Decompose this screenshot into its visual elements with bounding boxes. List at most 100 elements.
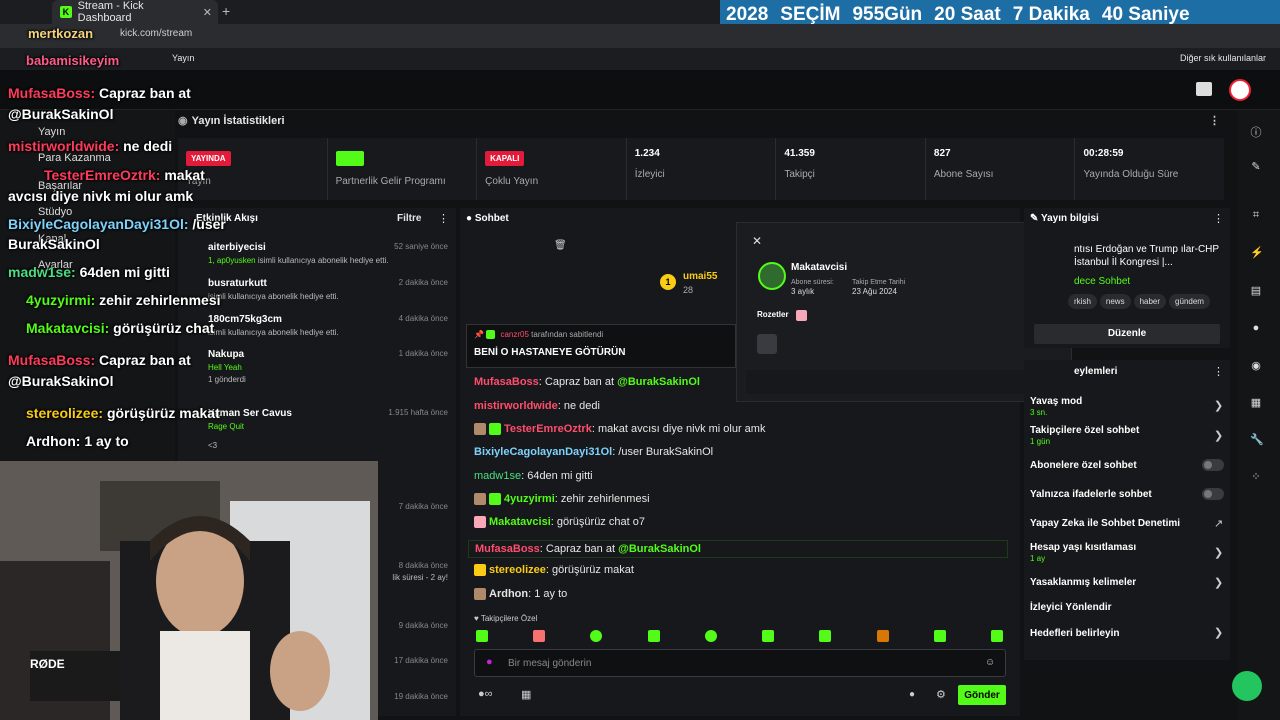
external-link-icon[interactable]: ↗ xyxy=(1214,517,1223,530)
layout-icon[interactable]: ▦ xyxy=(1250,396,1262,409)
gift-badge-icon xyxy=(489,493,501,506)
activity-text: isimli kullanıcıya abonelik hediye etti. xyxy=(257,256,389,265)
emote-icon[interactable] xyxy=(762,630,775,642)
emotes-chat-toggle[interactable] xyxy=(1202,488,1224,500)
ban-button[interactable] xyxy=(757,334,777,354)
filter-button[interactable]: Filtre xyxy=(397,213,421,224)
ai-moderation-item[interactable]: Yapay Zeka ile Sohbet Denetimi xyxy=(1030,518,1180,529)
chevron-right-icon[interactable]: ❯ xyxy=(1214,429,1223,442)
url-field[interactable]: kick.com/stream xyxy=(120,28,192,39)
mic-icon[interactable]: ● xyxy=(486,656,493,668)
usercard-input[interactable] xyxy=(746,370,1060,394)
broadcast-icon[interactable]: ◉ xyxy=(1250,359,1262,372)
support-button[interactable] xyxy=(1232,671,1262,701)
gear-icon[interactable]: ⚙ xyxy=(936,688,946,701)
sidebar-item-yayin[interactable]: Yayın xyxy=(38,126,65,138)
pinned-by-user[interactable]: canzr05 xyxy=(500,330,528,339)
age-restriction-value: 1 ay xyxy=(1030,554,1046,563)
banned-words-item[interactable]: Yasaklanmış kelimeler xyxy=(1030,577,1136,588)
emote-icon[interactable] xyxy=(990,630,1003,642)
redirect-viewers-item[interactable]: İzleyici Yönlendir xyxy=(1030,602,1112,613)
chat-mention[interactable]: @BurakSakinOl xyxy=(618,543,701,555)
close-tab-icon[interactable]: ✕ xyxy=(203,6,212,19)
kick-favicon-icon: K xyxy=(60,6,72,18)
apps-icon[interactable]: ⁘ xyxy=(1250,470,1262,483)
overlay-line: MufasaBoss: Capraz ban at xyxy=(8,85,191,101)
top-gifter-name[interactable]: umai55 xyxy=(683,271,717,282)
chat-mention[interactable]: @BurakSakinOl xyxy=(617,376,700,388)
chat-username[interactable]: mistirworldwide xyxy=(474,400,558,412)
new-tab-icon[interactable]: + xyxy=(222,3,230,19)
chat-icon[interactable]: ● xyxy=(1250,322,1262,334)
sub-badge-icon xyxy=(474,588,486,601)
chat-actions-title: eylemleri xyxy=(1074,366,1118,377)
age-restriction-item[interactable]: Hesap yaşı kısıtlaması 1 ay xyxy=(1030,542,1136,564)
chevron-right-icon[interactable]: ❯ xyxy=(1214,399,1223,412)
bookmark-folder-yayin[interactable]: Yayın xyxy=(172,53,194,63)
emote-icon[interactable] xyxy=(704,630,717,642)
activity-text: isimli kullanıcıya abonelik hediye etti. xyxy=(208,328,339,337)
partner-badge: ON xyxy=(335,151,364,166)
dashboard-icon[interactable] xyxy=(1196,82,1212,96)
activity-more-icon[interactable]: ⋮ xyxy=(438,212,449,225)
emote-icon[interactable] xyxy=(590,630,603,642)
close-icon[interactable]: ✕ xyxy=(752,234,762,248)
chat-username[interactable]: Ardhon xyxy=(489,588,528,600)
chat-username[interactable]: TesterEmreOztrk xyxy=(504,423,592,435)
goals-item[interactable]: Hedefleri belirleyin xyxy=(1030,628,1119,639)
slow-mode-value: 3 sn. xyxy=(1030,408,1048,417)
pin-icon: 📌 xyxy=(474,330,484,339)
chevron-right-icon[interactable]: ❯ xyxy=(1214,626,1223,639)
stat-multistream[interactable]: KAPALI Çoklu Yayın xyxy=(477,138,627,200)
stat-viewers: 1.234 İzleyici xyxy=(627,138,777,200)
chat-username[interactable]: madw1se xyxy=(474,470,521,482)
stream-category[interactable]: dece Sohbet xyxy=(1074,276,1130,287)
other-bookmarks[interactable]: Diğer sık kullanılanlar xyxy=(1180,53,1266,63)
emote-icon[interactable] xyxy=(476,630,488,642)
browser-tab[interactable]: K Stream - Kick Dashboard ✕ xyxy=(52,0,218,24)
chat-username[interactable]: stereolizee xyxy=(489,564,546,576)
chat-username[interactable]: 4yuzyirmi xyxy=(504,493,555,505)
chat-text: görüşürüz makat xyxy=(552,564,634,576)
slow-mode-item[interactable]: Yavaş mod 3 sn. xyxy=(1030,396,1082,418)
chat-message: MufasaBoss: Capraz ban at @BurakSakinOl xyxy=(474,376,700,388)
chevron-right-icon[interactable]: ❯ xyxy=(1214,546,1223,559)
avatar[interactable] xyxy=(1229,79,1251,101)
wrench-icon[interactable]: 🔧 xyxy=(1250,433,1264,446)
chat-message: TesterEmreOztrk: makat avcısı diye nivk … xyxy=(474,423,765,436)
chat-tools-icon[interactable]: ●∞ xyxy=(478,688,493,700)
emoji-icon[interactable]: ☺ xyxy=(985,657,995,668)
store-icon[interactable]: ▦ xyxy=(521,688,531,701)
usercard-username[interactable]: Makatavcisi xyxy=(791,262,847,273)
chat-actions-more-icon[interactable]: ⋮ xyxy=(1213,365,1224,378)
bolt-icon[interactable]: ⚡ xyxy=(1250,246,1264,259)
edit-button[interactable]: Düzenle xyxy=(1034,324,1220,344)
chat-username[interactable]: Makatavcisi xyxy=(489,516,551,528)
chat-username[interactable]: MufasaBoss xyxy=(474,376,539,388)
chat-bubble-small-icon[interactable]: ● xyxy=(909,689,915,700)
stat-subs: 827 Abone Sayısı xyxy=(926,138,1076,200)
viewers-label: İzleyici xyxy=(634,169,665,180)
trash-icon[interactable]: 🗑 xyxy=(554,240,567,251)
emote-icon[interactable] xyxy=(819,630,832,642)
edit-icon[interactable]: ✎ xyxy=(1250,160,1262,173)
emote-icon[interactable] xyxy=(933,630,946,642)
chevron-right-icon[interactable]: ❯ xyxy=(1214,576,1223,589)
emote-icon[interactable] xyxy=(533,630,546,642)
subs-chat-toggle[interactable] xyxy=(1202,459,1224,471)
followers-chat-item[interactable]: Takipçilere özel sohbet 1 gün xyxy=(1030,425,1139,447)
chat-username[interactable]: BixiyleCagolayanDayi31Ol xyxy=(474,446,612,458)
info-icon[interactable]: ⓘ xyxy=(1250,124,1262,139)
overlay-user: stereolizee: xyxy=(26,405,104,421)
send-button[interactable]: Gönder xyxy=(958,685,1006,705)
document-icon[interactable]: ▤ xyxy=(1250,284,1262,297)
overlay-user: Makatavcisi: xyxy=(26,320,110,336)
stat-partner[interactable]: ON Partnerlik Gelir Programı xyxy=(328,138,478,200)
overlay-line: BixiyleCagolayanDayi31Ol: /user xyxy=(8,216,226,232)
emote-icon[interactable] xyxy=(647,630,660,642)
more-icon[interactable]: ⋮ xyxy=(1209,114,1220,127)
chat-username[interactable]: MufasaBoss xyxy=(475,543,540,555)
crop-icon[interactable]: ⌗ xyxy=(1250,209,1262,221)
stream-info-more-icon[interactable]: ⋮ xyxy=(1213,212,1224,225)
emote-icon[interactable] xyxy=(876,630,889,642)
